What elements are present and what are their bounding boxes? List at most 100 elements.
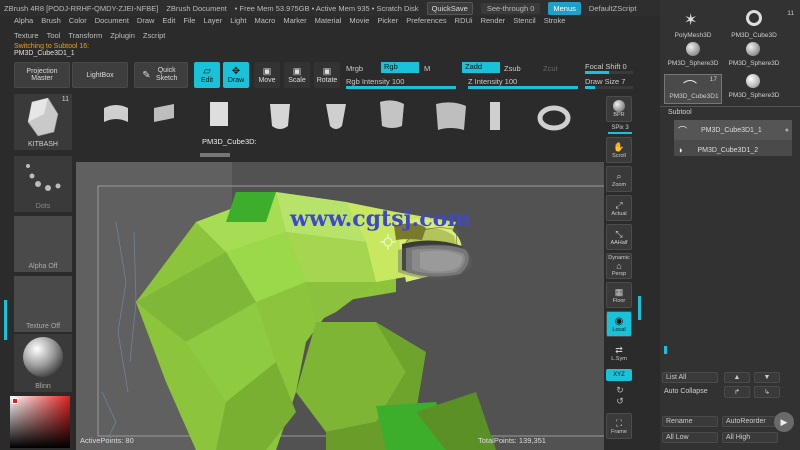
default-zscript-button[interactable]: DefaultZScript bbox=[589, 4, 637, 13]
rgb-intensity-slider[interactable] bbox=[346, 86, 456, 89]
menu-document[interactable]: Document bbox=[95, 16, 129, 29]
subtool-scroll-indicator[interactable] bbox=[664, 346, 667, 354]
rotate-button[interactable]: ▣ Rotate bbox=[314, 62, 340, 88]
menu-file[interactable]: File bbox=[183, 16, 195, 29]
persp-button[interactable]: Dynamic ⌂ Persp bbox=[606, 253, 632, 279]
list-all-button[interactable]: List All bbox=[662, 372, 718, 383]
subtool-row-2[interactable]: ◗ PM3D_Cube3D1_2 bbox=[674, 140, 792, 160]
move-button[interactable]: ▣ Move bbox=[254, 62, 280, 88]
edit-button[interactable]: ▱ Edit bbox=[194, 62, 220, 88]
tool-thumb-cube3d1-selected[interactable]: ⌒ 17 PM3D_Cube3D1 bbox=[664, 74, 722, 104]
zoom-button[interactable]: ⌕ Zoom bbox=[606, 166, 632, 192]
menus-button[interactable]: Menus bbox=[548, 1, 581, 15]
zsub-toggle[interactable]: Zsub bbox=[504, 64, 521, 73]
scale-button[interactable]: ▣ Scale bbox=[284, 62, 310, 88]
tool-thumb-polymesh-label: PolyMesh3D bbox=[674, 32, 712, 39]
color-picker[interactable] bbox=[10, 396, 70, 448]
floor-button[interactable]: ▦ Floor bbox=[606, 282, 632, 308]
subtool-row-1-label: PM3D_Cube3D1_1 bbox=[701, 126, 762, 134]
right-scroll-indicator[interactable] bbox=[638, 296, 641, 320]
m-toggle[interactable]: M bbox=[424, 64, 430, 73]
tool-thumb-sphere3d-b[interactable]: PM3D_Sphere3D bbox=[722, 42, 796, 72]
tool-shelf-thumbnails bbox=[104, 100, 571, 131]
kitbash-thumbnail[interactable]: 11 KITBASH bbox=[14, 94, 72, 150]
alpha-thumbnail[interactable]: Alpha Off bbox=[14, 216, 72, 272]
local-button[interactable]: ◉ Local bbox=[606, 311, 632, 337]
menu-zplugin[interactable]: Zplugin bbox=[110, 31, 135, 44]
all-high-button[interactable]: All High bbox=[722, 432, 778, 443]
all-low-button[interactable]: All Low bbox=[662, 432, 718, 443]
arrow-up-icon[interactable]: ↱ bbox=[724, 386, 750, 398]
menu-render[interactable]: Render bbox=[481, 16, 506, 29]
menu-color[interactable]: Color bbox=[69, 16, 87, 29]
menu-preferences[interactable]: Preferences bbox=[406, 16, 446, 29]
tool-thumb-sphere3d-a[interactable]: PM3D_Sphere3D bbox=[666, 42, 718, 72]
menu-picker[interactable]: Picker bbox=[377, 16, 398, 29]
menu-brush[interactable]: Brush bbox=[41, 16, 61, 29]
viewport-canvas[interactable]: www.cgtsj.com ActivePoints: 80 TotalPoin… bbox=[76, 162, 604, 450]
quicksave-button[interactable]: QuickSave bbox=[426, 1, 473, 15]
material-thumbnail[interactable]: Blinn bbox=[14, 334, 72, 392]
seethrough-slider[interactable]: See-through 0 bbox=[480, 2, 541, 14]
tool-thumb-polymesh[interactable]: ✶ PolyMesh3D bbox=[666, 10, 718, 40]
menu-macro[interactable]: Macro bbox=[254, 16, 275, 29]
menu-alpha[interactable]: Alpha bbox=[14, 16, 33, 29]
stroke-thumbnail[interactable]: Dots bbox=[14, 156, 72, 212]
autoreorder-button[interactable]: AutoReorder bbox=[722, 416, 778, 427]
move-up-arrow-icon[interactable]: ▲ bbox=[724, 372, 750, 383]
menu-stencil[interactable]: Stencil bbox=[513, 16, 536, 29]
move-down-arrow-icon[interactable]: ▼ bbox=[754, 372, 780, 383]
menu-material[interactable]: Material bbox=[315, 16, 342, 29]
menu-stroke[interactable]: Stroke bbox=[544, 16, 566, 29]
zcut-toggle[interactable]: Zcut bbox=[543, 64, 558, 73]
alpha-label: Alpha Off bbox=[28, 263, 58, 270]
projection-master-button[interactable]: Projection Master bbox=[14, 62, 70, 88]
quick-sketch-button[interactable]: ✎ Quick Sketch bbox=[134, 62, 188, 88]
menu-layer[interactable]: Layer bbox=[203, 16, 222, 29]
menu-movie[interactable]: Movie bbox=[349, 16, 369, 29]
z-intensity-slider[interactable] bbox=[468, 86, 578, 89]
shelf-scroll-indicator[interactable] bbox=[200, 153, 230, 157]
scale-label: Scale bbox=[288, 77, 306, 84]
scroll-button[interactable]: ✋ Scroll bbox=[606, 137, 632, 163]
ring-icon bbox=[746, 10, 762, 26]
zadd-toggle[interactable]: Zadd bbox=[462, 62, 500, 73]
bpr-button[interactable]: BPR bbox=[606, 96, 632, 122]
rotate-z-icon[interactable]: ↺ bbox=[606, 396, 634, 407]
lightbox-button[interactable]: LightBox bbox=[72, 62, 128, 88]
menu-zscript[interactable]: Zscript bbox=[143, 31, 166, 44]
lsym-button[interactable]: ⇄ L.Sym bbox=[606, 340, 632, 366]
draw-button[interactable]: ✥ Draw bbox=[223, 62, 249, 88]
subtool-header[interactable]: Subtool bbox=[660, 106, 800, 116]
texture-thumbnail[interactable]: Texture Off bbox=[14, 276, 72, 332]
actual-button[interactable]: ⤢ Actual bbox=[606, 195, 632, 221]
rgb-toggle[interactable]: Rgb bbox=[381, 62, 419, 73]
rename-button[interactable]: Rename bbox=[662, 416, 718, 427]
rotate-y-icon[interactable]: ↻ bbox=[606, 385, 634, 396]
subtool-row-1[interactable]: ⌒ PM3D_Cube3D1_1 ● bbox=[674, 120, 792, 140]
focal-shift-label: Focal Shift 0 bbox=[585, 62, 627, 71]
color-swatch[interactable] bbox=[12, 398, 18, 404]
left-scroll-indicator[interactable] bbox=[4, 300, 7, 340]
play-icon[interactable]: ▶ bbox=[774, 412, 794, 432]
menu-marker[interactable]: Marker bbox=[283, 16, 306, 29]
menu-draw[interactable]: Draw bbox=[137, 16, 155, 29]
menu-edit[interactable]: Edit bbox=[162, 16, 175, 29]
arrow-down-icon[interactable]: ↳ bbox=[754, 386, 780, 398]
tool-thumb-sphere3d-c[interactable]: PM3D_Sphere3D bbox=[722, 74, 796, 104]
draw-size-slider[interactable] bbox=[585, 86, 633, 89]
menu-rdui[interactable]: RDUi bbox=[455, 16, 473, 29]
aahalf-button[interactable]: ⤡ AAHalf bbox=[606, 224, 632, 250]
menu-light[interactable]: Light bbox=[230, 16, 246, 29]
frame-button[interactable]: ⛶ Frame bbox=[606, 413, 632, 439]
mrgb-toggle[interactable]: Mrgb bbox=[346, 64, 363, 73]
tool-thumb-cube3d1-label: PM3D_Cube3D1 bbox=[669, 93, 719, 100]
tool-palette: ✶ PolyMesh3D 11 PM3D_Cube3D PM3D_Sphere3… bbox=[660, 0, 800, 450]
spix-slider[interactable]: SPix 3 bbox=[606, 125, 634, 134]
frame-icon: ⛶ bbox=[615, 417, 623, 428]
xyz-button[interactable]: XYZ bbox=[606, 369, 632, 381]
tool-thumb-cube3d[interactable]: 11 PM3D_Cube3D bbox=[722, 10, 796, 40]
visibility-eye-icon[interactable]: ● bbox=[785, 127, 789, 134]
auto-collapse-toggle[interactable]: Auto Collapse bbox=[664, 388, 708, 395]
focal-shift-slider[interactable] bbox=[585, 71, 633, 74]
